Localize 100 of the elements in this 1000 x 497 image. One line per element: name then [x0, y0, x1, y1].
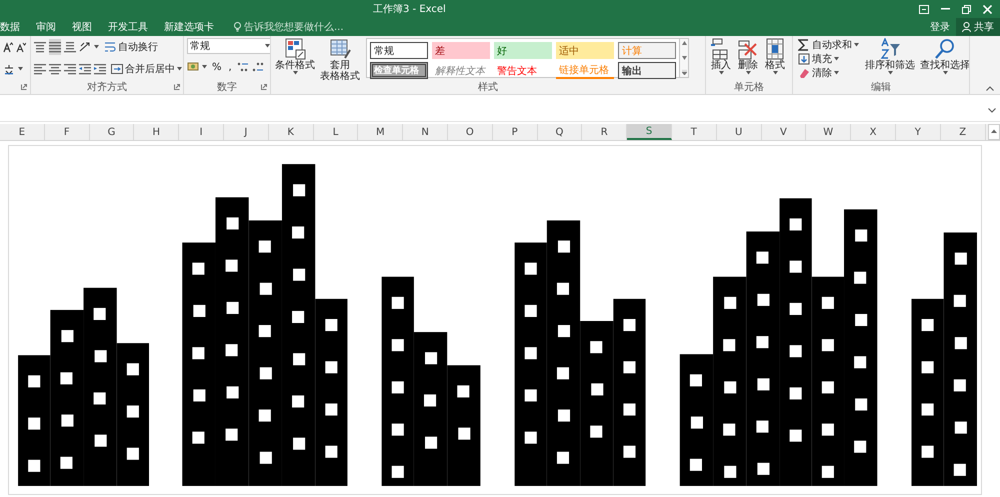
clear-button[interactable]: 清除: [796, 66, 861, 80]
column-header[interactable]: E: [0, 124, 45, 140]
column-header[interactable]: Y: [896, 124, 941, 140]
increase-font-size-icon[interactable]: [3, 42, 13, 52]
increase-indent-icon[interactable]: [94, 63, 106, 75]
scroll-up-icon[interactable]: [988, 124, 1000, 140]
caret-icon: [834, 71, 839, 75]
wrap-text-icon: [104, 41, 116, 53]
column-header[interactable]: Z: [940, 124, 986, 140]
align-center-icon[interactable]: [49, 62, 61, 76]
number-format-dropdown[interactable]: 常规: [187, 38, 270, 54]
cell-style[interactable]: 常规: [370, 42, 428, 59]
wrap-text-button[interactable]: 自动换行: [102, 39, 160, 55]
expand-formula-bar-icon[interactable]: [988, 108, 996, 112]
table-format-icon: [329, 38, 351, 60]
text-orientation-icon[interactable]: [79, 41, 91, 53]
align-right-icon[interactable]: [64, 62, 76, 76]
column-header[interactable]: O: [448, 124, 493, 140]
column-header[interactable]: K: [268, 124, 314, 140]
menu-tab[interactable]: 开发工具: [108, 20, 148, 34]
format-cells-button[interactable]: 格式: [763, 38, 787, 78]
align-middle-icon[interactable]: [49, 40, 61, 54]
caret-icon: [888, 71, 892, 75]
delete-cells-icon: [737, 38, 759, 60]
dialog-launcher-icon[interactable]: [21, 84, 27, 90]
caret-icon: [718, 71, 724, 75]
menu-tab[interactable]: 数据: [0, 20, 20, 34]
column-header[interactable]: P: [492, 124, 538, 140]
column-header[interactable]: T: [672, 124, 717, 140]
column-header[interactable]: G: [90, 124, 134, 140]
window-title: 工作簿3 - Excel: [373, 3, 446, 16]
percent-button[interactable]: %: [210, 59, 224, 75]
close-icon[interactable]: [983, 4, 992, 14]
menu-tab[interactable]: 新建选项卡: [164, 20, 214, 34]
scroll-up-icon[interactable]: [682, 41, 686, 45]
accounting-format-icon[interactable]: [187, 61, 199, 73]
cell-style[interactable]: 解释性文本: [432, 62, 490, 79]
column-header[interactable]: Q: [538, 124, 582, 140]
align-bottom-icon[interactable]: [64, 40, 76, 54]
increase-decimal-icon[interactable]: [236, 61, 249, 73]
column-header[interactable]: I: [179, 124, 224, 140]
caret-icon: [772, 71, 778, 75]
comma-style-button[interactable]: ,: [226, 59, 234, 75]
caret-icon: [746, 71, 750, 75]
scroll-down-icon[interactable]: [682, 56, 686, 60]
caret-icon: [94, 45, 99, 49]
column-header[interactable]: U: [716, 124, 762, 140]
column-header[interactable]: F: [44, 124, 90, 140]
merge-center-button[interactable]: 合并后居中: [109, 61, 183, 77]
sort-filter-button[interactable]: 排序和筛选: [864, 38, 916, 78]
cell-style[interactable]: 适中: [556, 42, 614, 59]
tell-me-search[interactable]: 告诉我您想要做什么...: [234, 20, 344, 34]
decrease-font-size-icon[interactable]: [16, 42, 26, 52]
autosum-button[interactable]: 自动求和: [796, 38, 861, 52]
menu-tab[interactable]: 审阅: [36, 20, 56, 34]
search-icon: [934, 38, 956, 60]
column-header[interactable]: S: [627, 124, 672, 140]
column-header[interactable]: N: [403, 124, 448, 140]
cell-style[interactable]: 差: [432, 42, 490, 59]
column-header[interactable]: W: [806, 124, 852, 140]
cell-style[interactable]: 好: [494, 42, 552, 59]
decrease-indent-icon[interactable]: [79, 63, 91, 75]
column-header[interactable]: J: [224, 124, 269, 140]
sign-in-link[interactable]: 登录: [930, 20, 950, 34]
column-header[interactable]: X: [851, 124, 896, 140]
fill-button[interactable]: 填充: [796, 52, 861, 66]
format-as-table-button[interactable]: 套用 表格格式: [319, 38, 361, 78]
conditional-formatting-button[interactable]: 条件格式: [274, 38, 316, 78]
lightbulb-icon: [234, 22, 241, 32]
ribbon-display-icon[interactable]: [919, 4, 929, 14]
minimize-icon[interactable]: [941, 8, 950, 10]
caret-icon: [854, 43, 859, 47]
column-header[interactable]: V: [762, 124, 806, 140]
eraser-icon: [798, 67, 810, 79]
collapse-ribbon-icon[interactable]: [986, 86, 994, 91]
decrease-decimal-icon[interactable]: [252, 61, 264, 73]
merge-cells-icon: [111, 63, 123, 75]
dialog-launcher-icon[interactable]: [261, 84, 267, 90]
align-left-icon[interactable]: [34, 62, 46, 76]
more-styles-icon[interactable]: [682, 70, 686, 75]
group-label: 单元格: [734, 80, 764, 94]
fill-down-icon: [798, 53, 810, 65]
dialog-launcher-icon[interactable]: [174, 84, 180, 90]
sort-filter-icon: [879, 38, 901, 60]
cell-style[interactable]: 警告文本: [494, 62, 552, 79]
column-header[interactable]: M: [358, 124, 404, 140]
cell-style[interactable]: 输出: [618, 62, 676, 79]
restore-icon[interactable]: [962, 4, 971, 14]
align-top-icon[interactable]: [34, 40, 46, 54]
caret-icon: [18, 67, 23, 71]
menu-tab[interactable]: 视图: [72, 20, 92, 34]
share-button[interactable]: 共享: [956, 18, 1000, 36]
phonetic-guide-icon[interactable]: [3, 63, 15, 75]
insert-cells-button[interactable]: 插入: [709, 38, 733, 78]
format-cells-icon: [764, 38, 786, 60]
delete-cells-button[interactable]: 删除: [736, 38, 760, 78]
column-header[interactable]: H: [134, 124, 180, 140]
group-label: 对齐方式: [87, 80, 127, 94]
column-header[interactable]: L: [314, 124, 358, 140]
caret-icon: [265, 44, 270, 48]
